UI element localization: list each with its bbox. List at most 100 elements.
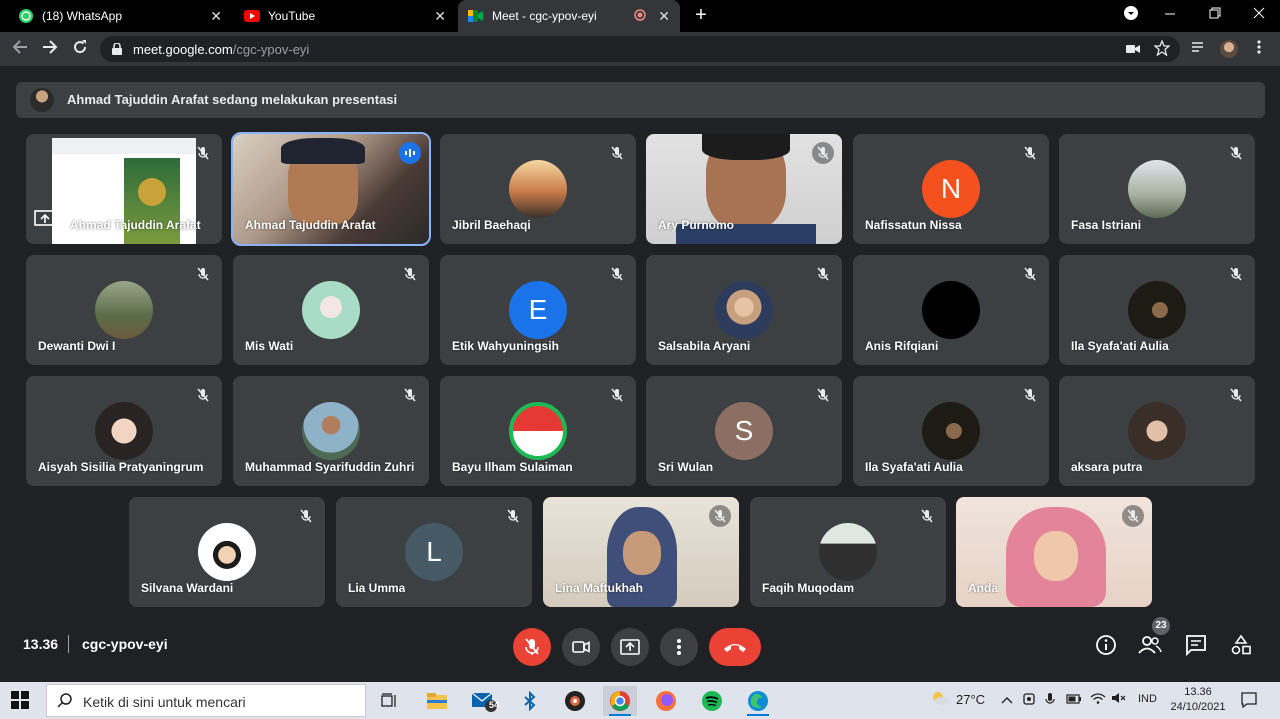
taskbar-search-box[interactable]: Ketik di sini untuk mencari	[46, 684, 366, 717]
mail-icon[interactable]: 54	[467, 686, 501, 716]
tab-whatsapp[interactable]: (18) WhatsApp ✕	[8, 0, 232, 32]
participants-icon[interactable]	[1137, 632, 1163, 658]
close-tab-icon[interactable]: ✕	[210, 8, 222, 25]
participant-tile[interactable]: Ahmad Tajuddin Arafat	[231, 132, 431, 246]
task-view-icon[interactable]	[372, 686, 406, 716]
more-options-button[interactable]	[660, 628, 698, 666]
participant-name: Fasa Istriani	[1071, 218, 1142, 232]
input-language[interactable]: IND	[1138, 693, 1157, 705]
mic-off-icon	[916, 505, 938, 527]
participant-avatar	[1128, 160, 1186, 218]
participant-tile[interactable]: Ahmad Tajuddin Arafat	[26, 134, 222, 244]
close-tab-icon[interactable]: ✕	[658, 8, 670, 25]
more-menu-icon[interactable]	[1250, 40, 1268, 58]
participant-tile[interactable]: Jibril Baehaqi	[440, 134, 636, 244]
spotify-icon[interactable]	[695, 686, 729, 716]
webcam-tray-icon[interactable]	[1023, 692, 1037, 709]
camera-permission-icon[interactable]	[1124, 40, 1142, 58]
meeting-clock: 13.36	[23, 636, 59, 652]
participant-name: Anis Rifqiani	[865, 339, 939, 353]
tab-youtube[interactable]: YouTube ✕	[234, 0, 456, 32]
participant-name: Anda	[968, 581, 998, 595]
reading-list-icon[interactable]	[1190, 40, 1208, 58]
chat-icon[interactable]	[1183, 632, 1209, 658]
windows-start-icon[interactable]	[10, 690, 32, 712]
close-tab-icon[interactable]: ✕	[434, 8, 446, 25]
new-tab-button[interactable]: +	[690, 4, 712, 26]
restore-icon[interactable]	[1209, 6, 1221, 22]
notifications-icon[interactable]	[1240, 691, 1258, 714]
close-window-icon[interactable]	[1253, 6, 1265, 22]
participant-name: Nafissatun Nissa	[865, 218, 962, 232]
weather-temperature: 27°C	[956, 692, 986, 707]
system-clock[interactable]: 13.36 24/10/2021	[1168, 685, 1228, 715]
mic-off-icon	[1225, 384, 1247, 406]
participant-tile[interactable]: Anda	[956, 497, 1152, 607]
participant-tile[interactable]: Anis Rifqiani	[853, 255, 1049, 365]
tab-meet[interactable]: Meet - cgc-ypov-eyi ✕	[458, 0, 680, 32]
leave-call-button[interactable]	[709, 628, 761, 666]
participant-tile[interactable]: Mis Wati	[233, 255, 429, 365]
participant-tile[interactable]: Lina Maftukhah	[543, 497, 739, 607]
battery-icon[interactable]	[1066, 692, 1082, 707]
lock-icon[interactable]	[112, 42, 122, 55]
participant-tile[interactable]: Aisyah Sisilia Pratyaningrum	[26, 376, 222, 486]
tab-search-icon[interactable]	[1124, 6, 1138, 23]
mic-off-icon	[192, 142, 214, 164]
recording-indicator-icon	[634, 8, 647, 24]
minimize-icon[interactable]	[1164, 6, 1176, 23]
mic-off-icon	[399, 384, 421, 406]
tab-title: Meet - cgc-ypov-eyi	[492, 9, 597, 23]
profile-avatar[interactable]	[1220, 40, 1238, 58]
participant-tile[interactable]: L Lia Umma	[336, 497, 532, 607]
firefox-icon[interactable]	[649, 686, 683, 716]
participant-tile[interactable]: E Etik Wahyuningsih	[440, 255, 636, 365]
show-hidden-icons-icon[interactable]	[1001, 692, 1013, 707]
participant-avatar	[302, 281, 360, 339]
url-path: /cgc-ypov-eyi	[232, 42, 310, 57]
forward-icon[interactable]	[40, 39, 60, 59]
edge-icon[interactable]	[741, 686, 775, 716]
weather-widget[interactable]: 27°C	[930, 690, 985, 709]
participant-name: Dewanti Dwi I	[38, 339, 116, 353]
reload-icon[interactable]	[70, 39, 90, 59]
participant-tile[interactable]: Ary Purnomo	[646, 134, 842, 244]
back-icon[interactable]	[10, 39, 30, 59]
participant-tile[interactable]: Ila Syafa'ati Aulia	[853, 376, 1049, 486]
participant-tile[interactable]: Bayu Ilham Sulaiman	[440, 376, 636, 486]
volume-muted-icon[interactable]	[1111, 692, 1127, 707]
youtube-icon	[244, 8, 260, 24]
mic-off-icon	[606, 142, 628, 164]
participant-avatar	[95, 281, 153, 339]
participant-avatar: N	[922, 160, 980, 218]
participant-tile[interactable]: Muhammad Syarifuddin Zuhri	[233, 376, 429, 486]
bookmark-star-icon[interactable]	[1153, 39, 1171, 58]
participant-tile[interactable]: Fasa Istriani	[1059, 134, 1255, 244]
toggle-microphone-button[interactable]	[513, 628, 551, 666]
mic-off-icon	[606, 384, 628, 406]
present-now-button[interactable]	[611, 628, 649, 666]
mic-off-icon	[295, 505, 317, 527]
participant-tile[interactable]: N Nafissatun Nissa	[853, 134, 1049, 244]
participant-name: Jibril Baehaqi	[452, 218, 531, 232]
participant-tile[interactable]: S Sri Wulan	[646, 376, 842, 486]
address-bar[interactable]: meet.google.com/cgc-ypov-eyi	[100, 36, 1180, 62]
participant-tile[interactable]: Faqih Muqodam	[750, 497, 946, 607]
meeting-details-icon[interactable]	[1093, 632, 1119, 658]
wifi-icon[interactable]	[1090, 692, 1106, 707]
participant-tile[interactable]: aksara putra	[1059, 376, 1255, 486]
participant-tile[interactable]: Ila Syafa'ati Aulia	[1059, 255, 1255, 365]
media-player-icon[interactable]	[558, 686, 592, 716]
chrome-icon[interactable]	[603, 686, 637, 716]
activities-icon[interactable]	[1228, 632, 1254, 658]
speaking-indicator-icon	[399, 142, 421, 164]
file-explorer-icon[interactable]	[420, 686, 454, 716]
bluetooth-icon[interactable]	[513, 686, 547, 716]
participant-tile[interactable]: Silvana Wardani	[129, 497, 325, 607]
search-icon	[57, 693, 73, 714]
participant-tile[interactable]: Dewanti Dwi I	[26, 255, 222, 365]
participant-tile[interactable]: Salsabila Aryani	[646, 255, 842, 365]
microphone-tray-icon[interactable]	[1045, 692, 1055, 709]
participant-avatar	[819, 523, 877, 581]
toggle-camera-button[interactable]	[562, 628, 600, 666]
